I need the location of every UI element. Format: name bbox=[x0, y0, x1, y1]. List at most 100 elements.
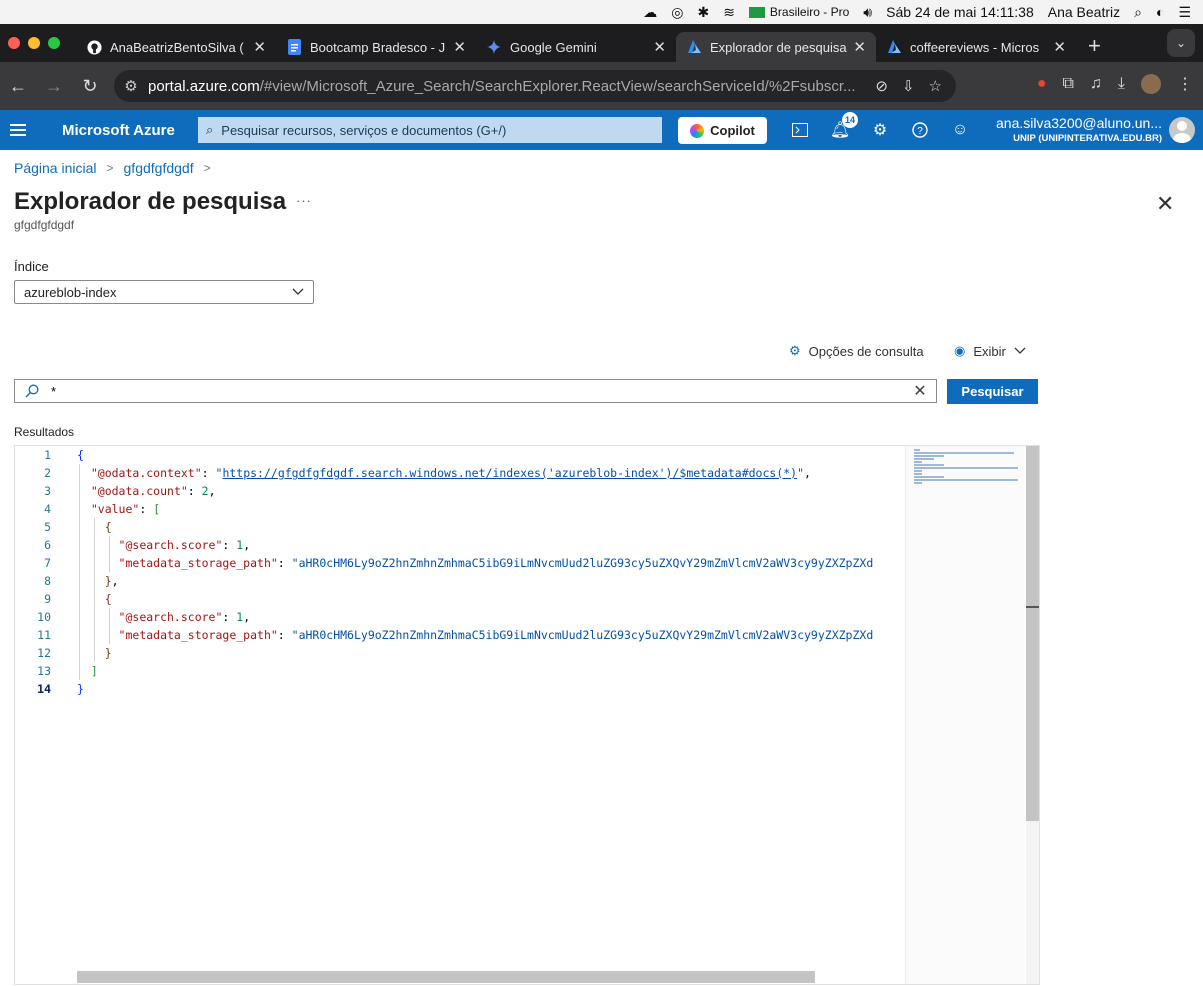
code-line: 13 ] bbox=[37, 664, 98, 678]
close-tab-icon[interactable]: ✕ bbox=[453, 38, 466, 56]
menubar-datetime[interactable]: Sáb 24 de mai 14:11:38 bbox=[886, 4, 1034, 20]
profile-avatar-icon[interactable] bbox=[1141, 74, 1161, 94]
copilot-button[interactable]: Copilot bbox=[678, 117, 767, 144]
browser-tab[interactable]: AnaBeatrizBentoSilva ( ✕ bbox=[76, 32, 276, 62]
menubar-user[interactable]: Ana Beatriz bbox=[1048, 4, 1120, 20]
chevron-right-icon: > bbox=[106, 161, 114, 175]
address-url[interactable]: portal.azure.com/#view/Microsoft_Azure_S… bbox=[148, 78, 875, 95]
forward-arrow-icon[interactable]: → bbox=[36, 76, 72, 97]
minimize-window-button[interactable] bbox=[28, 37, 40, 49]
cloud-icon[interactable]: ☁ bbox=[643, 4, 657, 21]
help-icon[interactable]: ? bbox=[910, 118, 930, 142]
results-label: Resultados bbox=[14, 425, 75, 439]
browser-tab-strip: AnaBeatrizBentoSilva ( ✕ Bootcamp Brades… bbox=[0, 24, 1203, 62]
horizontal-scrollbar-thumb[interactable] bbox=[77, 971, 815, 983]
results-editor[interactable]: 1{ 2 "@odata.context": "https://gfgdfgfd… bbox=[14, 445, 1040, 985]
code-line: 7 "metadata_storage_path": "aHR0cHM6Ly9o… bbox=[44, 556, 874, 570]
breadcrumb-home-link[interactable]: Página inicial bbox=[14, 160, 97, 176]
browser-tab[interactable]: Google Gemini ✕ bbox=[476, 32, 676, 62]
account-info[interactable]: ana.silva3200@aluno.un... UNIP (UNIPINTE… bbox=[980, 115, 1162, 144]
code-line: 8 }, bbox=[44, 574, 119, 588]
results-code[interactable]: 1{ 2 "@odata.context": "https://gfgdfgfd… bbox=[15, 446, 905, 966]
chevron-down-icon bbox=[1014, 344, 1026, 359]
browser-toolbar: ← → ↻ ⚙ portal.azure.com/#view/Microsoft… bbox=[0, 62, 1203, 110]
vertical-scrollbar-thumb[interactable] bbox=[1026, 446, 1039, 821]
tab-label: Bootcamp Bradesco - J bbox=[310, 39, 446, 55]
browser-tab[interactable]: Bootcamp Bradesco - J ✕ bbox=[276, 32, 476, 62]
address-bar[interactable]: ⚙ portal.azure.com/#view/Microsoft_Azure… bbox=[114, 70, 956, 102]
account-org: UNIP (UNIPINTERATIVA.EDU.BR) bbox=[1013, 133, 1162, 144]
creative-cloud-icon[interactable]: ◎ bbox=[671, 4, 683, 21]
cloud-shell-icon[interactable] bbox=[790, 118, 810, 142]
brazil-flag-icon bbox=[748, 6, 765, 18]
view-menu-button[interactable]: ◉ Exibir bbox=[954, 343, 1026, 359]
input-source[interactable]: Brasileiro - Pro bbox=[748, 5, 849, 19]
extension-record-icon[interactable]: ● bbox=[1037, 75, 1047, 93]
search-button[interactable]: Pesquisar bbox=[947, 379, 1038, 404]
eye-icon: ◉ bbox=[954, 343, 966, 358]
settings-gear-icon[interactable]: ⚙ bbox=[870, 118, 890, 142]
back-arrow-icon[interactable]: ← bbox=[0, 76, 36, 97]
feedback-icon[interactable]: ☺ bbox=[950, 118, 970, 142]
vertical-scrollbar[interactable] bbox=[1026, 446, 1039, 984]
breadcrumb-service-link[interactable]: gfgdfgfdgdf bbox=[124, 160, 194, 176]
close-blade-icon[interactable]: ✕ bbox=[1156, 191, 1174, 217]
macos-menubar: ☁ ◎ ✱ ≋ Brasileiro - Pro 🔊︎ Sáb 24 de ma… bbox=[0, 0, 1203, 24]
close-tab-icon[interactable]: ✕ bbox=[253, 38, 266, 56]
index-dropdown[interactable]: azureblob-index bbox=[14, 280, 314, 304]
azure-icon bbox=[886, 39, 902, 55]
chevron-down-icon bbox=[291, 284, 305, 301]
bookmark-star-icon[interactable]: ☆ bbox=[929, 77, 942, 95]
downloads-icon[interactable]: ⤓ bbox=[1118, 75, 1125, 93]
close-tab-icon[interactable]: ✕ bbox=[653, 38, 666, 56]
new-tab-icon[interactable]: + bbox=[1088, 33, 1101, 59]
siri-icon[interactable]: ◐ bbox=[1156, 4, 1164, 20]
close-tab-icon[interactable]: ✕ bbox=[1053, 38, 1066, 56]
wifi-icon[interactable]: ≋ bbox=[723, 4, 735, 21]
install-app-icon[interactable]: ⇩ bbox=[902, 77, 915, 95]
eye-off-icon[interactable]: ⊘ bbox=[875, 77, 888, 95]
gemini-icon bbox=[486, 39, 502, 55]
editor-minimap[interactable] bbox=[905, 446, 1025, 984]
tab-search-chevron-icon[interactable]: ⌄ bbox=[1167, 29, 1195, 57]
code-line-current: 14} bbox=[15, 680, 905, 698]
tab-label: Explorador de pesquisa bbox=[710, 39, 847, 55]
close-window-button[interactable] bbox=[8, 37, 20, 49]
index-dropdown-value: azureblob-index bbox=[24, 284, 117, 300]
site-info-icon[interactable]: ⚙ bbox=[114, 77, 148, 95]
azure-header: Microsoft Azure ⌕ Pesquisar recursos, se… bbox=[0, 110, 1203, 150]
more-actions-button[interactable]: ··· bbox=[296, 193, 312, 208]
search-icon: ⌕ bbox=[206, 122, 214, 137]
volume-icon[interactable]: 🔊︎ bbox=[863, 4, 872, 21]
avatar[interactable] bbox=[1169, 117, 1195, 143]
svg-text:?: ? bbox=[917, 126, 923, 137]
global-search-input[interactable]: ⌕ Pesquisar recursos, serviços e documen… bbox=[198, 117, 662, 143]
spotlight-icon[interactable]: ⌕ bbox=[1134, 4, 1142, 21]
code-line: 3 "@odata.count": 2, bbox=[44, 484, 216, 498]
portal-menu-icon[interactable] bbox=[0, 124, 36, 136]
browser-tab[interactable]: coffeereviews - Micros ✕ bbox=[876, 32, 1076, 62]
bluetooth-icon[interactable]: ✱ bbox=[697, 4, 709, 21]
chevron-right-icon: > bbox=[203, 161, 211, 175]
control-center-icon[interactable]: ☰ bbox=[1178, 4, 1191, 21]
notifications-bell-icon[interactable]: 🔔︎ 14 bbox=[830, 112, 858, 142]
extensions-puzzle-icon[interactable]: ⧉ bbox=[1062, 75, 1073, 93]
tab-label: Google Gemini bbox=[510, 39, 597, 55]
page-subtitle: gfgdfgfdgdf bbox=[14, 218, 75, 232]
copilot-icon bbox=[690, 123, 705, 138]
code-line: 4 "value": [ bbox=[44, 502, 161, 516]
media-control-icon[interactable]: ♫ bbox=[1090, 75, 1102, 93]
code-line: 2 "@odata.context": "https://gfgdfgfdgdf… bbox=[44, 466, 811, 480]
azure-brand[interactable]: Microsoft Azure bbox=[62, 122, 175, 139]
reload-icon[interactable]: ↻ bbox=[72, 76, 108, 97]
query-search-input[interactable]: * ✕ bbox=[14, 379, 937, 403]
zoom-window-button[interactable] bbox=[48, 37, 60, 49]
query-options-button[interactable]: ⚙ Opções de consulta bbox=[789, 343, 924, 359]
browser-tab-active[interactable]: Explorador de pesquisa ✕ bbox=[676, 32, 876, 62]
browser-menu-icon[interactable]: ⋮ bbox=[1177, 74, 1193, 94]
close-tab-icon[interactable]: ✕ bbox=[853, 38, 866, 56]
clear-query-icon[interactable]: ✕ bbox=[904, 381, 936, 401]
code-line: 10 "@search.score": 1, bbox=[37, 610, 251, 624]
query-text[interactable]: * bbox=[49, 384, 904, 399]
window-controls bbox=[0, 37, 76, 49]
